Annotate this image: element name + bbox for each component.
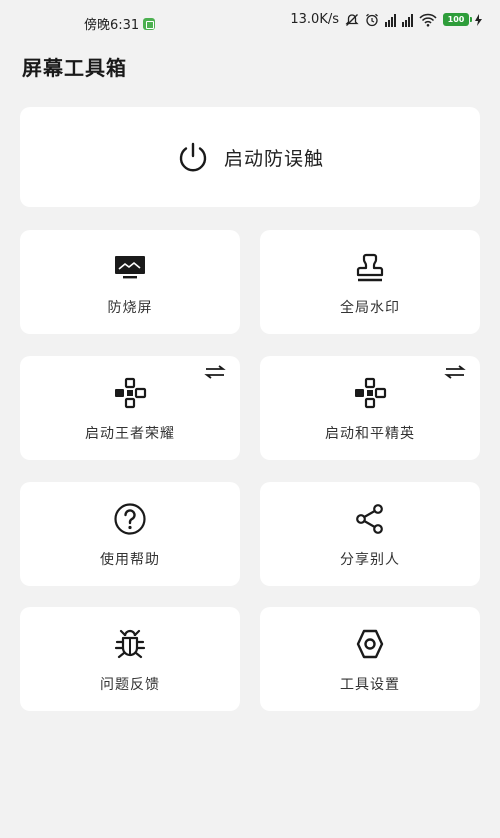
battery-icon: 100	[443, 13, 472, 26]
power-icon	[176, 140, 210, 174]
gamepad-icon	[110, 373, 150, 413]
notification-app-icon	[143, 17, 156, 30]
charging-icon	[475, 13, 482, 26]
gamepad-icon	[350, 373, 390, 413]
status-bar: 傍晚6:31 13.0K/s 100	[0, 0, 500, 44]
monitor-icon	[110, 247, 150, 287]
anti-burn-in-button[interactable]: 防烧屏	[20, 230, 240, 334]
page-title: 屏幕工具箱	[22, 56, 127, 80]
share-button[interactable]: 分享别人	[260, 482, 480, 586]
launch-peacekeeper-elite-button[interactable]: 启动和平精英	[260, 356, 480, 460]
launch-peacekeeper-elite-label: 启动和平精英	[325, 426, 415, 442]
start-anti-mistouch-button[interactable]: 启动防误触	[20, 107, 480, 207]
wifi-icon	[419, 13, 437, 27]
swap-icon[interactable]	[204, 364, 226, 380]
feedback-button[interactable]: 问题反馈	[20, 607, 240, 711]
share-icon	[350, 499, 390, 539]
launch-honor-of-kings-label: 启动王者荣耀	[85, 426, 175, 442]
signal-1-icon	[385, 13, 396, 27]
feedback-label: 问题反馈	[100, 677, 160, 693]
signal-2-icon	[402, 13, 413, 27]
stamp-icon	[350, 247, 390, 287]
network-speed: 13.0K/s	[290, 12, 339, 27]
question-icon	[110, 499, 150, 539]
mute-icon	[345, 13, 359, 27]
help-button[interactable]: 使用帮助	[20, 482, 240, 586]
battery-level: 100	[447, 15, 465, 24]
status-right-group: 13.0K/s 100	[290, 12, 482, 27]
tool-settings-button[interactable]: 工具设置	[260, 607, 480, 711]
status-time: 傍晚6:31	[84, 18, 140, 33]
global-watermark-button[interactable]: 全局水印	[260, 230, 480, 334]
start-anti-mistouch-label: 启动防误触	[223, 147, 324, 170]
status-time-group: 傍晚6:31	[84, 14, 156, 33]
anti-burn-in-label: 防烧屏	[107, 300, 153, 316]
global-watermark-label: 全局水印	[340, 300, 400, 316]
alarm-icon	[365, 13, 379, 27]
tool-settings-label: 工具设置	[340, 677, 400, 693]
settings-icon	[350, 624, 390, 664]
share-label: 分享别人	[340, 552, 400, 568]
bug-icon	[110, 624, 150, 664]
help-label: 使用帮助	[100, 552, 160, 568]
launch-honor-of-kings-button[interactable]: 启动王者荣耀	[20, 356, 240, 460]
swap-icon[interactable]	[444, 364, 466, 380]
